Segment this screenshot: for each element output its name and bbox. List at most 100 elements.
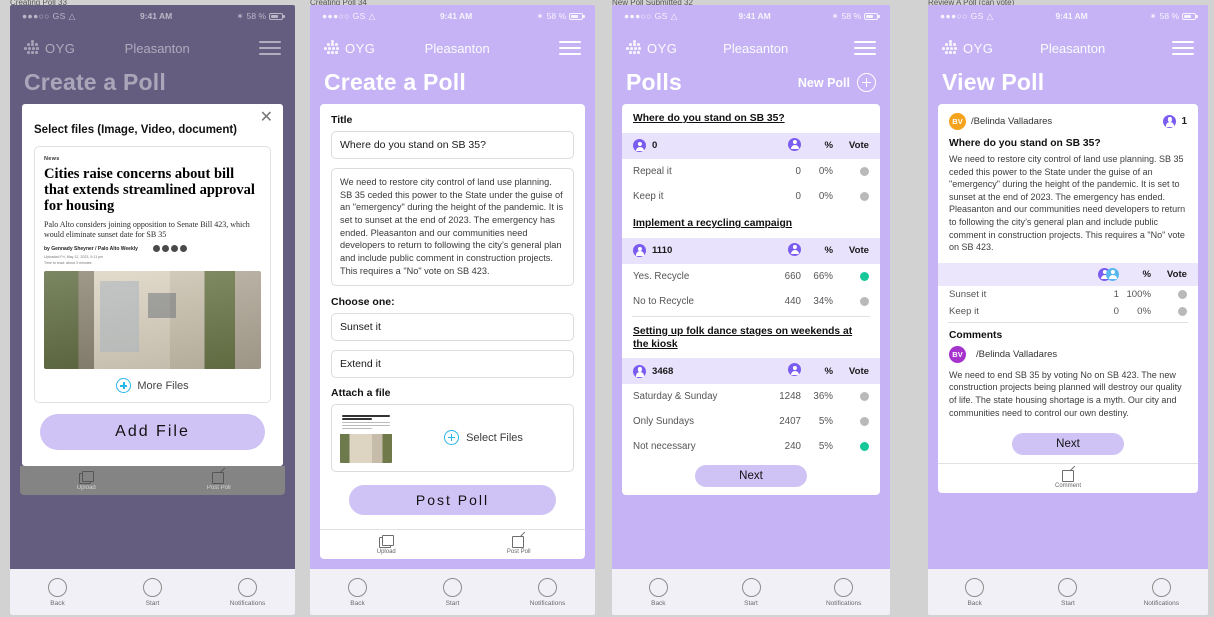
person-icon	[633, 364, 646, 378]
poll-body-textarea[interactable]: We need to restore city control of land …	[331, 168, 574, 286]
device-label-start: Start	[1061, 599, 1075, 607]
device-button-back[interactable]: Back	[310, 577, 405, 607]
file-preview-card[interactable]: News Cities raise concerns about bill th…	[34, 146, 271, 404]
option-label: Keep it	[949, 305, 979, 317]
vote-dot-icon[interactable]	[860, 417, 869, 427]
avatar[interactable]: BV	[949, 113, 966, 130]
device-button-back[interactable]: Back	[612, 577, 705, 607]
device-button-notifications[interactable]: Notifications	[200, 577, 295, 607]
battery-percent: 58 %	[246, 11, 266, 21]
poll-option-input-1[interactable]: Sunset it	[331, 312, 574, 341]
close-icon[interactable]: ✕	[260, 110, 273, 126]
device-label-back: Back	[50, 599, 65, 607]
device-button-start[interactable]: Start	[405, 577, 500, 607]
toolbar-item-upload[interactable]: Upload	[320, 534, 453, 555]
option-vote-cell[interactable]	[833, 271, 869, 281]
page-title: View Poll	[942, 69, 1045, 95]
toolbar-item-upload[interactable]: Upload	[20, 471, 153, 491]
select-files-button[interactable]: Select Files	[402, 430, 565, 445]
device-button-notifications[interactable]: Notifications	[500, 577, 595, 607]
poll-option-row[interactable]: Sunset it 1 100%	[938, 286, 1198, 303]
poll-option-input-2[interactable]: Extend it	[331, 349, 574, 378]
next-button[interactable]: Next	[695, 465, 807, 488]
avatar[interactable]: BV	[949, 345, 966, 363]
device-button-back[interactable]: Back	[928, 577, 1021, 607]
option-label: Not necessary	[633, 441, 696, 453]
device-button-notifications[interactable]: Notifications	[1115, 577, 1208, 607]
option-vote-cell[interactable]	[1151, 306, 1187, 316]
device-button-start[interactable]: Start	[705, 577, 798, 607]
option-vote-cell[interactable]	[833, 417, 869, 427]
poll-question[interactable]: Implement a recycling campaign	[622, 209, 880, 238]
battery-percent: 58 %	[1159, 11, 1179, 21]
option-vote-cell[interactable]	[833, 392, 869, 402]
back-circle-icon	[648, 577, 668, 597]
vote-dot-icon[interactable]	[860, 442, 869, 452]
hamburger-menu-icon[interactable]	[559, 40, 581, 56]
poll-option-row[interactable]: Repeal it 0 0%	[622, 159, 880, 184]
post-poll-button[interactable]: Post Poll	[349, 484, 556, 515]
poll-option-row[interactable]: Saturday & Sunday 1248 36%	[622, 384, 880, 409]
device-label-start: Start	[445, 599, 460, 607]
poll-option-row[interactable]: Yes. Recycle 660 66%	[622, 264, 880, 289]
device-label-notifications: Notifications	[529, 599, 566, 607]
vote-dot-icon[interactable]	[860, 296, 869, 306]
person-icon	[788, 242, 801, 256]
toolbar-item-comment[interactable]: Comment	[938, 469, 1198, 489]
hamburger-menu-icon[interactable]	[854, 40, 876, 56]
option-label: Repeal it	[633, 165, 672, 177]
option-vote-cell[interactable]	[833, 442, 869, 452]
poll-option-row[interactable]: No to Recycle 440 34%	[622, 289, 880, 314]
option-vote-cell[interactable]	[833, 296, 869, 306]
device-label-back: Back	[350, 599, 365, 607]
option-count: 0	[795, 165, 801, 177]
hamburger-menu-icon[interactable]	[1172, 40, 1194, 56]
option-vote-cell[interactable]	[1151, 289, 1187, 299]
signal-dots-icon: ●●●○○	[940, 11, 968, 21]
option-vote-cell[interactable]	[833, 166, 869, 176]
column-percent: %	[824, 140, 833, 152]
toolbar-item-post-poll[interactable]: Post Poll	[453, 535, 586, 555]
polls-title-row: Polls New Poll	[612, 69, 890, 104]
device-button-back[interactable]: Back	[10, 577, 105, 607]
more-files-button[interactable]: More Files	[44, 369, 261, 395]
toolbar-item-post-poll[interactable]: Post Poll	[153, 471, 286, 491]
option-percent: 36%	[813, 391, 833, 403]
poll-option-row[interactable]: Keep it 0 0%	[622, 184, 880, 209]
device-button-notifications[interactable]: Notifications	[797, 577, 890, 607]
poll-question[interactable]: Setting up folk dance stages on weekends…	[622, 317, 880, 359]
phone-frame-2: ●●●○○ GS △ 9:41 AM ✶ 58 % OYG Pleasanton	[310, 5, 595, 615]
vote-dot-icon[interactable]	[860, 191, 869, 201]
device-button-start[interactable]: Start	[1021, 577, 1114, 607]
battery-icon	[569, 12, 585, 20]
hamburger-menu-icon[interactable]	[259, 40, 281, 56]
battery-icon	[1182, 12, 1198, 20]
poll-option-row[interactable]: Not necessary 240 5%	[622, 434, 880, 459]
poll-option-row[interactable]: Only Sundays 2407 5%	[622, 409, 880, 434]
results-column-header: % Vote	[938, 262, 1198, 286]
comment-author-row: BV /Belinda Valladares	[938, 345, 1198, 369]
vote-dot-icon[interactable]	[1178, 306, 1187, 316]
news-byline-row: by Gennady Sheyner / Palo Alto Weekly	[44, 245, 262, 253]
device-bottom-bar: Back Start Notifications	[10, 569, 295, 615]
poll-question[interactable]: Where do you stand on SB 35?	[622, 104, 880, 133]
poll-title-input[interactable]: Where do you stand on SB 35?	[331, 131, 574, 159]
carrier-label: GS	[352, 11, 366, 21]
vote-dot-icon[interactable]	[860, 392, 869, 402]
bluetooth-icon: ✶	[236, 10, 244, 21]
vote-dot-icon[interactable]	[860, 271, 869, 281]
option-vote-cell[interactable]	[833, 191, 869, 201]
next-button[interactable]: Next	[1012, 433, 1124, 456]
attachment-row: Select Files	[331, 403, 574, 472]
notifications-circle-icon	[1151, 577, 1171, 597]
attachment-thumbnail[interactable]	[340, 412, 392, 463]
new-poll-label[interactable]: New Poll	[798, 76, 850, 90]
poll-option-row[interactable]: Keep it 0 0%	[938, 303, 1198, 320]
social-share-icons[interactable]	[152, 245, 262, 253]
vote-dot-icon[interactable]	[860, 166, 869, 176]
plus-circle-icon[interactable]	[857, 73, 876, 92]
column-vote: Vote	[848, 365, 869, 377]
add-file-button[interactable]: Add File	[40, 414, 265, 451]
vote-dot-icon[interactable]	[1178, 289, 1187, 299]
device-button-start[interactable]: Start	[105, 577, 200, 607]
